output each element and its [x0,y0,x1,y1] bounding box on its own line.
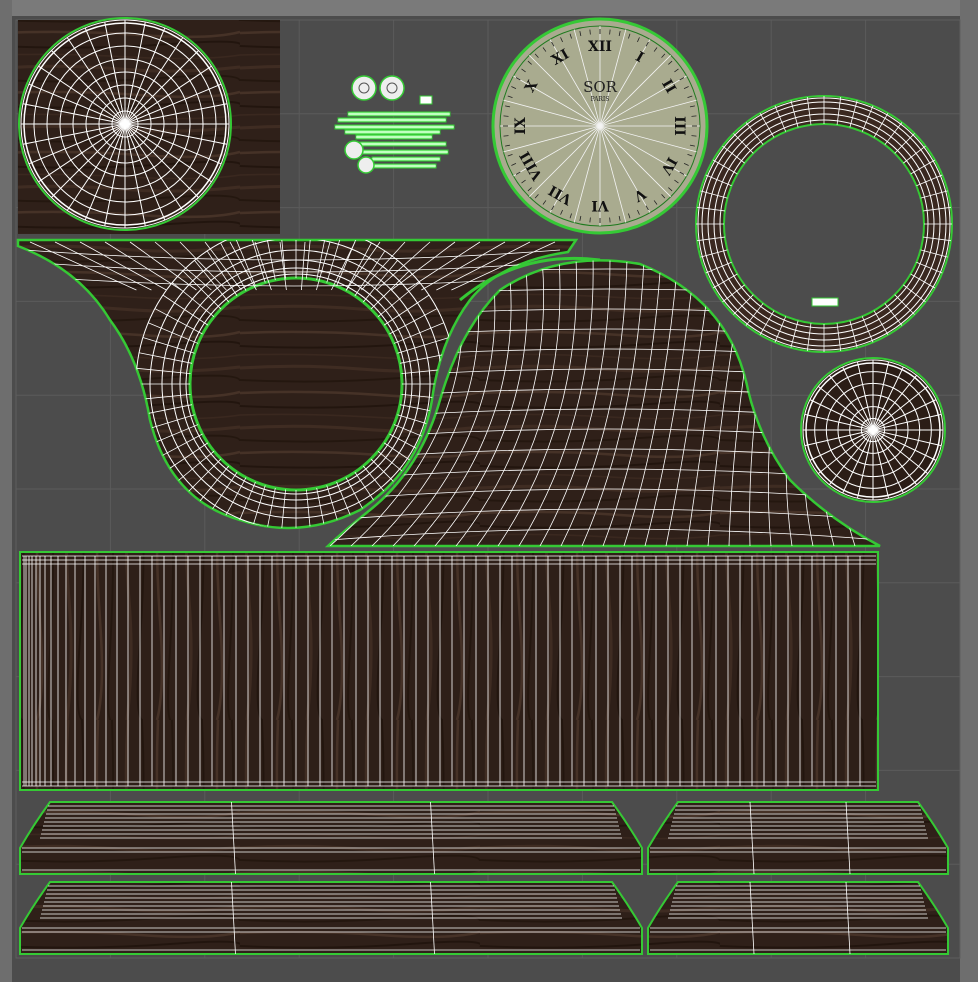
minute-tick [691,115,697,117]
minute-tick [503,115,509,117]
dial-numeral: XII [588,39,612,55]
hand-pivot-icon [357,156,375,174]
small-tab-shell [419,95,433,105]
minute-tick [609,29,611,35]
long-strip-shell[interactable] [19,551,879,791]
dial-numeral: VI [591,197,609,213]
minute-tick [609,217,611,223]
dial-uv-spokes [500,26,700,226]
screw-head-icon [351,75,377,101]
uv-canvas[interactable]: XIIIIIIIIIVVVIVIIVIIIIXXXI SOR PARIS [0,0,978,982]
screw-head-icon [379,75,405,101]
left-frame-bar [0,0,12,982]
uv-editor-viewport[interactable]: XII I II III IV V VI VII VIII IX X XI SOR PARIS [0,0,978,982]
dial-numeral: III [671,116,687,136]
right-frame-bar [960,0,978,982]
latch-part-uv [811,297,839,307]
hand-pivot-icon [344,140,364,160]
dial-brand-text: SOR [583,78,618,96]
wood-texture-tile [18,20,280,234]
minute-tick [589,29,591,35]
ring-inner-boundary [723,123,925,325]
minute-tick [691,135,697,137]
clock-dial-face-shell[interactable]: XIIIIIIIIIVVVIVIIVIIIIXXXI SOR PARIS [491,17,709,235]
small-round-disc-shell[interactable] [800,357,946,503]
strip-boundary [19,551,879,791]
dial-sub-brand-text: PARIS [591,96,610,103]
minute-tick [503,135,509,137]
top-frame-bar [0,0,978,16]
dial-numeral: IX [513,117,529,135]
minute-tick [589,217,591,223]
bezel-ring-shell[interactable] [695,95,953,353]
